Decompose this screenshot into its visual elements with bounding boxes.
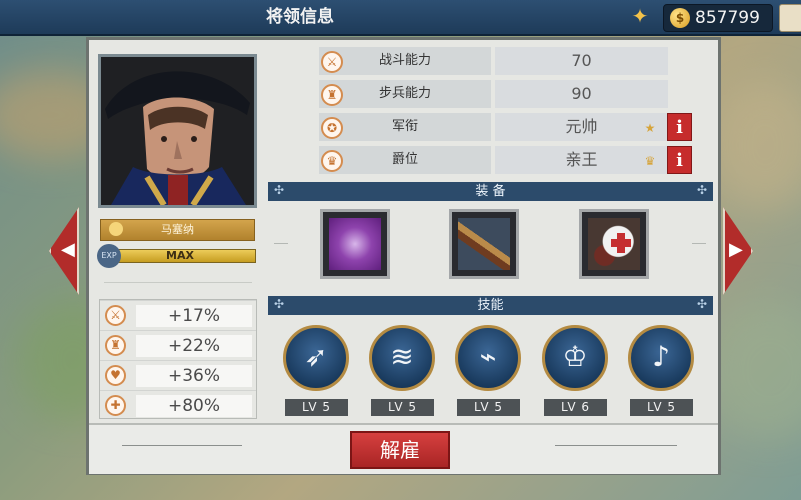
- general-name: 马塞纳: [161, 223, 194, 236]
- combat-stat-row: 战斗能力 ⚔ 70: [307, 47, 697, 75]
- gold-counter: $ 857799: [663, 4, 773, 32]
- gold-coin-icon: $: [670, 8, 690, 28]
- crown-icon: ♛: [321, 150, 343, 172]
- equipment-slot-musket[interactable]: [449, 209, 519, 279]
- exp-icon: EXP: [97, 244, 121, 268]
- ornament-divider: [555, 445, 677, 446]
- skill-level: LV 5: [457, 399, 520, 416]
- skill-level: LV 5: [630, 399, 693, 416]
- ornament-divider: [692, 243, 706, 244]
- experience-value: MAX: [166, 249, 194, 262]
- dismiss-button[interactable]: 解雇: [350, 431, 450, 469]
- attribute-row: ♜ +22%: [100, 330, 256, 360]
- skill-charge[interactable]: ➶: [283, 325, 349, 391]
- stat-label: 战斗能力: [319, 47, 491, 75]
- settings-button[interactable]: [779, 4, 801, 32]
- section-ornament-icon: ✣: [696, 183, 708, 197]
- bugle-icon: ♪: [652, 340, 670, 373]
- background-blob: [710, 80, 801, 210]
- trench-soldier-icon: ⌁: [479, 340, 497, 373]
- charge-icon: ➶: [304, 340, 328, 373]
- equipment-slot-medical-cart[interactable]: [579, 209, 649, 279]
- equipment-section-header: ✣ 装 备 ✣: [268, 182, 713, 201]
- attribute-value: +80%: [136, 395, 252, 417]
- skill-trench-soldier[interactable]: ⌁: [455, 325, 521, 391]
- attribute-value: +22%: [136, 335, 252, 357]
- crown-badge-icon: ♛: [644, 154, 656, 168]
- attribute-bonus-list: ⚔ +17% ♜ +22% ♥ +36% ✚ +80%: [99, 299, 257, 419]
- general-portrait: [98, 54, 257, 208]
- skill-level: LV 6: [544, 399, 607, 416]
- skills-section-header: ✣ 技能 ✣: [268, 296, 713, 315]
- laurel-guard-icon: ♔: [562, 340, 588, 373]
- stat-value: 70: [495, 47, 668, 75]
- rank-info-button[interactable]: i: [667, 113, 692, 141]
- top-bar: 将领信息 ✦ $ 857799: [0, 0, 801, 36]
- infantry-stat-row: 步兵能力 ♜ 90: [307, 80, 697, 108]
- page-title: 将领信息: [266, 7, 334, 27]
- stat-value: 90: [495, 80, 668, 108]
- skill-level: LV 5: [371, 399, 434, 416]
- portrait-image: [101, 57, 254, 205]
- next-general-button[interactable]: ▶: [723, 207, 753, 295]
- infantry-icon: ♜: [105, 335, 126, 356]
- ornament-divider: [104, 282, 252, 283]
- equipment-slot-purple-heart-medal[interactable]: [320, 209, 390, 279]
- arrow-right-icon: ▶: [729, 239, 743, 260]
- attribute-row: ⚔ +17%: [100, 300, 256, 330]
- heart-icon: ♥: [105, 365, 126, 386]
- skill-bugle[interactable]: ♪: [628, 325, 694, 391]
- rank-badge-icon: [109, 222, 123, 236]
- general-name-bar: 马塞纳: [100, 219, 255, 241]
- attribute-row: ♥ +36%: [100, 360, 256, 390]
- rank-icon: ✪: [321, 117, 343, 139]
- skill-laurel-guard[interactable]: ♔: [542, 325, 608, 391]
- section-ornament-icon: ✣: [273, 183, 285, 197]
- health-icon: ✚: [105, 395, 126, 416]
- skills-section-title: 技能: [477, 298, 504, 313]
- purple-heart-medal-icon: [329, 218, 381, 270]
- musket-icon: [458, 218, 510, 270]
- ornament-divider: [274, 243, 288, 244]
- medical-cart-icon: [588, 218, 640, 270]
- attribute-row: ✚ +80%: [100, 390, 256, 420]
- gold-amount: 857799: [695, 8, 760, 28]
- previous-general-button[interactable]: ◀: [49, 207, 79, 295]
- section-ornament-icon: ✣: [273, 297, 285, 311]
- section-ornament-icon: ✣: [696, 297, 708, 311]
- attribute-value: +36%: [136, 365, 252, 387]
- title-info-button[interactable]: i: [667, 146, 692, 174]
- stat-label: 步兵能力: [319, 80, 491, 108]
- attribute-value: +17%: [136, 305, 252, 327]
- title-stat-row: 爵位 ♛ 亲王 ♛: [307, 146, 697, 174]
- compass-icon[interactable]: ✦: [630, 6, 650, 26]
- skill-level: LV 5: [285, 399, 348, 416]
- stat-label: 爵位: [319, 146, 491, 174]
- infantry-volley-icon: ≋: [390, 340, 414, 373]
- ornament-divider: [122, 445, 242, 446]
- crossed-swords-icon: ⚔: [321, 51, 343, 73]
- experience-bar: MAX: [104, 249, 256, 263]
- stat-label: 军衔: [319, 113, 491, 141]
- rank-stars-icon: ★: [644, 121, 656, 135]
- equipment-section-title: 装 备: [475, 184, 506, 199]
- skill-infantry-volley[interactable]: ≋: [369, 325, 435, 391]
- infantry-icon: ♜: [321, 84, 343, 106]
- rank-stat-row: 军衔 ✪ 元帅 ★: [307, 113, 697, 141]
- arrow-left-icon: ◀: [61, 239, 75, 260]
- crossed-swords-icon: ⚔: [105, 305, 126, 326]
